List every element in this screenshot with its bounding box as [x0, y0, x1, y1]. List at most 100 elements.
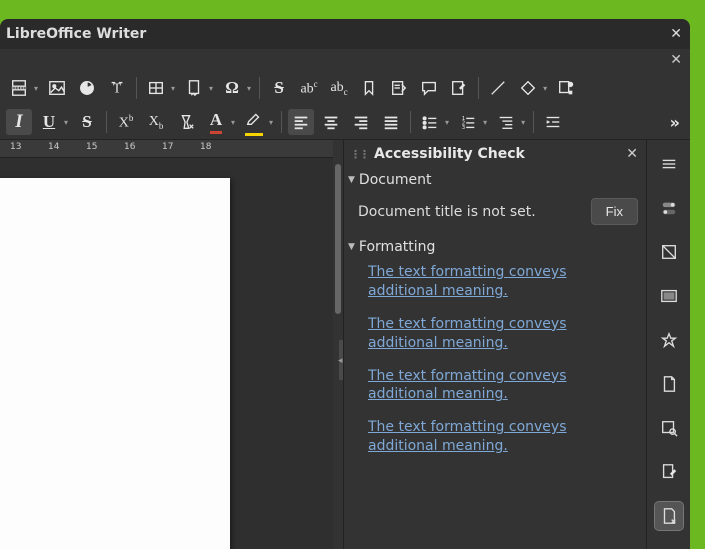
titlebar: LibreOffice Writer ✕ — [0, 19, 690, 49]
ruler-mark: 18 — [200, 142, 211, 152]
dropdown-caret-icon[interactable]: ▾ — [64, 118, 68, 127]
dropdown-caret-icon[interactable]: ▾ — [543, 84, 547, 93]
window-close-icon[interactable]: ✕ — [670, 26, 682, 42]
deck-navigator-icon[interactable] — [655, 326, 683, 354]
page-viewport[interactable] — [0, 158, 333, 549]
toolbar-format: IU▾SXbXbA▾▾▾123▾▾» — [0, 105, 690, 140]
toolbar-insert: ▾T▾▾Ω▾Sabcabc▾ — [0, 71, 690, 105]
document-issue-row: Document title is not set. Fix — [344, 192, 646, 235]
formatting-issue-link[interactable]: The text formatting conveys additional m… — [368, 368, 566, 403]
toolbar-overflow-icon[interactable]: » — [666, 105, 684, 139]
superscript-icon[interactable]: abc — [296, 75, 322, 101]
shape-icon[interactable] — [515, 75, 541, 101]
sidebar-close-icon[interactable]: ✕ — [626, 146, 638, 162]
dropdown-caret-icon[interactable]: ▾ — [231, 118, 235, 127]
chart-icon[interactable] — [74, 75, 100, 101]
line-icon[interactable] — [485, 75, 511, 101]
separator — [533, 111, 534, 133]
deck-manage-icon[interactable] — [655, 458, 683, 486]
textbox-icon[interactable]: T — [104, 75, 130, 101]
dropdown-caret-icon[interactable]: ▾ — [209, 84, 213, 93]
subscript2-icon[interactable]: Xb — [143, 109, 169, 135]
bookmark-icon[interactable] — [356, 75, 382, 101]
subscript-icon[interactable]: abc — [326, 75, 352, 101]
deck-inspect-icon[interactable] — [655, 414, 683, 442]
separator — [136, 77, 137, 99]
dropdown-caret-icon[interactable]: ▾ — [269, 118, 273, 127]
sidebar-title: Accessibility Check — [374, 146, 620, 162]
number-list-button[interactable]: 123 — [455, 109, 481, 135]
ruler-mark: 14 — [48, 142, 59, 152]
formatting-issue-item: The text formatting conveys additional m… — [344, 259, 646, 311]
superscript2-icon[interactable]: Xb — [113, 109, 139, 135]
highlight-button[interactable] — [241, 109, 267, 135]
separator — [478, 77, 479, 99]
document-close-row: ✕ — [0, 49, 690, 71]
ruler-mark: 16 — [124, 142, 135, 152]
strike-button[interactable]: S — [74, 109, 100, 135]
dropdown-caret-icon[interactable]: ▾ — [34, 84, 38, 93]
deck-a11y-icon[interactable] — [655, 502, 683, 530]
sidebar-grip-icon[interactable]: ⋮⋮ — [350, 148, 368, 161]
deck-gallery-icon[interactable] — [655, 282, 683, 310]
dropdown-caret-icon[interactable]: ▾ — [171, 84, 175, 93]
formatting-issue-link[interactable]: The text formatting conveys additional m… — [368, 419, 566, 454]
cross-ref-icon[interactable] — [386, 75, 412, 101]
deck-properties-icon[interactable] — [655, 194, 683, 222]
expand-icon: ▼ — [348, 242, 355, 252]
separator — [106, 111, 107, 133]
section-formatting-label: Formatting — [359, 239, 435, 255]
clear-format-icon[interactable] — [173, 109, 199, 135]
special-char-icon[interactable]: Ω — [219, 75, 245, 101]
dropdown-caret-icon[interactable]: ▾ — [445, 118, 449, 127]
dropdown-caret-icon[interactable]: ▾ — [483, 118, 487, 127]
separator — [259, 77, 260, 99]
formatting-issue-item: The text formatting conveys additional m… — [344, 414, 646, 466]
sidebar-panel: ⋮⋮ Accessibility Check ✕ ▼ Document Docu… — [343, 140, 646, 549]
dropdown-caret-icon[interactable]: ▾ — [521, 118, 525, 127]
deck-page-icon[interactable] — [655, 370, 683, 398]
ruler-mark: 17 — [162, 142, 173, 152]
deck-styles-icon[interactable] — [655, 238, 683, 266]
formatting-issue-link[interactable]: The text formatting conveys additional m… — [368, 264, 566, 299]
underline-button[interactable]: U — [36, 109, 62, 135]
scrollbar-thumb[interactable] — [335, 164, 341, 314]
dropdown-caret-icon[interactable]: ▾ — [247, 84, 251, 93]
comment-icon[interactable] — [416, 75, 442, 101]
bullet-list-button[interactable] — [417, 109, 443, 135]
section-document-header[interactable]: ▼ Document — [344, 168, 646, 192]
ruler-mark: 15 — [86, 142, 97, 152]
expand-icon: ▼ — [348, 175, 355, 185]
svg-text:3: 3 — [462, 125, 465, 131]
sidebar-header: ⋮⋮ Accessibility Check ✕ — [344, 140, 646, 168]
strikethrough-icon[interactable]: S — [266, 75, 292, 101]
formatting-issue-item: The text formatting conveys additional m… — [344, 311, 646, 363]
page-break-icon[interactable] — [6, 75, 32, 101]
section-document-label: Document — [359, 172, 432, 188]
footnote-icon[interactable] — [181, 75, 207, 101]
font-color-button[interactable]: A — [203, 109, 229, 135]
align-left-button[interactable] — [288, 109, 314, 135]
formatting-issue-item: The text formatting conveys additional m… — [344, 363, 646, 415]
show-draw-icon[interactable] — [553, 75, 579, 101]
formatting-issues-list: The text formatting conveys additional m… — [344, 259, 646, 466]
horizontal-ruler[interactable]: 13 14 15 16 17 18 — [0, 140, 333, 158]
outline-button[interactable] — [493, 109, 519, 135]
section-formatting-header[interactable]: ▼ Formatting — [344, 235, 646, 259]
hyperlink-icon[interactable] — [143, 75, 169, 101]
document-page[interactable] — [0, 178, 230, 549]
ruler-mark: 13 — [10, 142, 21, 152]
app-title: LibreOffice Writer — [6, 26, 146, 42]
image-icon[interactable] — [44, 75, 70, 101]
content-area: 13 14 15 16 17 18 ⋮⋮ Accessibility Check ✕ ▼ … — [0, 140, 690, 549]
track-changes-icon[interactable] — [446, 75, 472, 101]
align-justify-button[interactable] — [378, 109, 404, 135]
deck-menu-icon[interactable] — [655, 150, 683, 178]
align-right-button[interactable] — [348, 109, 374, 135]
indent-inc-button[interactable] — [540, 109, 566, 135]
bold-button[interactable]: I — [6, 109, 32, 135]
align-center-button[interactable] — [318, 109, 344, 135]
document-close-icon[interactable]: ✕ — [670, 52, 682, 68]
fix-button[interactable]: Fix — [591, 198, 638, 225]
formatting-issue-link[interactable]: The text formatting conveys additional m… — [368, 316, 566, 351]
